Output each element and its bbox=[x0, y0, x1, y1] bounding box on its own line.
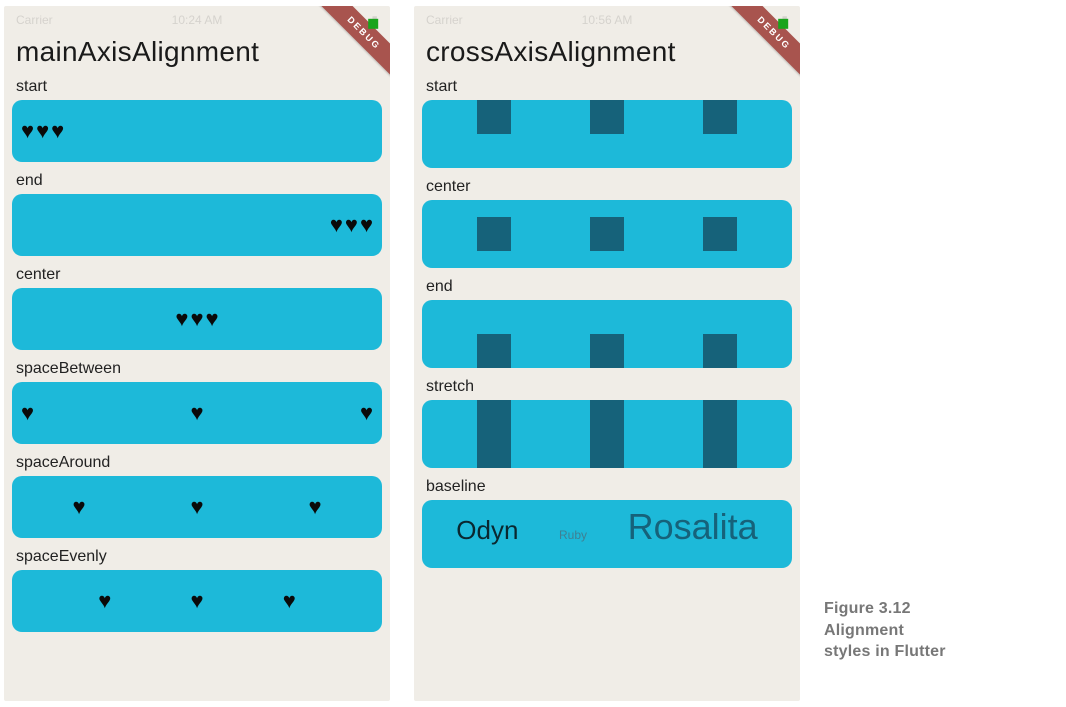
heart-icon: ♥ bbox=[21, 120, 34, 142]
panel-end bbox=[422, 300, 792, 368]
heart-icon: ♥ bbox=[308, 496, 321, 518]
panel-center bbox=[422, 200, 792, 268]
heart-icon: ♥ bbox=[283, 590, 296, 612]
panel-baseline: Odyn Ruby Rosalita bbox=[422, 500, 792, 568]
section-center: center ♥ ♥ ♥ bbox=[12, 266, 382, 350]
baseline-name-b: Ruby bbox=[559, 528, 587, 542]
section-space-around: spaceAround ♥ ♥ ♥ bbox=[12, 454, 382, 538]
phone-cross-axis: Carrier 10:56 AM ▮ DEBUG crossAxisAlignm… bbox=[414, 6, 800, 701]
heart-icon: ♥ bbox=[36, 120, 49, 142]
panel-space-around: ♥ ♥ ♥ bbox=[12, 476, 382, 538]
square-icon bbox=[703, 334, 737, 368]
heart-icon: ♥ bbox=[190, 590, 203, 612]
section-label: center bbox=[426, 178, 792, 196]
section-start: start ♥ ♥ ♥ bbox=[12, 78, 382, 162]
hearts-row: ♥ ♥ ♥ bbox=[20, 402, 374, 424]
panel-start: ♥ ♥ ♥ bbox=[12, 100, 382, 162]
page-title: mainAxisAlignment bbox=[16, 36, 382, 68]
section-space-evenly: spaceEvenly ♥ ♥ ♥ bbox=[12, 548, 382, 632]
panel-center: ♥ ♥ ♥ bbox=[12, 288, 382, 350]
section-label: end bbox=[16, 172, 382, 190]
section-label: spaceBetween bbox=[16, 360, 382, 378]
section-label: center bbox=[16, 266, 382, 284]
caption-title: Figure 3.12 bbox=[824, 598, 1004, 620]
heart-icon: ♥ bbox=[175, 308, 188, 330]
section-label: spaceAround bbox=[16, 454, 382, 472]
squares-row bbox=[430, 400, 784, 468]
section-label: baseline bbox=[426, 478, 792, 496]
panel-end: ♥ ♥ ♥ bbox=[12, 194, 382, 256]
heart-icon: ♥ bbox=[345, 214, 358, 236]
section-label: start bbox=[16, 78, 382, 96]
heart-icon: ♥ bbox=[72, 496, 85, 518]
phone-main-axis: Carrier 10:24 AM ▮ DEBUG mainAxisAlignme… bbox=[4, 6, 390, 701]
hearts-row: ♥ ♥ ♥ bbox=[20, 120, 374, 142]
section-end: end ♥ ♥ ♥ bbox=[12, 172, 382, 256]
squares-row bbox=[430, 100, 784, 168]
heart-icon: ♥ bbox=[190, 308, 203, 330]
section-label: spaceEvenly bbox=[16, 548, 382, 566]
square-icon bbox=[590, 400, 624, 468]
baseline-row: Odyn Ruby Rosalita bbox=[430, 500, 784, 568]
caption-line: styles in Flutter bbox=[824, 641, 1004, 663]
square-icon bbox=[477, 100, 511, 134]
caption-line: Alignment bbox=[824, 620, 1004, 642]
section-end: end bbox=[422, 278, 792, 368]
heart-icon: ♥ bbox=[330, 214, 343, 236]
section-label: end bbox=[426, 278, 792, 296]
square-icon bbox=[477, 334, 511, 368]
baseline-name-c: Rosalita bbox=[628, 506, 758, 548]
hearts-row: ♥ ♥ ♥ bbox=[20, 214, 374, 236]
status-bar: Carrier 10:24 AM ▮ bbox=[12, 10, 382, 30]
hearts-row: ♥ ♥ ♥ bbox=[20, 308, 374, 330]
panel-space-evenly: ♥ ♥ ♥ bbox=[12, 570, 382, 632]
section-space-between: spaceBetween ♥ ♥ ♥ bbox=[12, 360, 382, 444]
square-icon bbox=[590, 100, 624, 134]
heart-icon: ♥ bbox=[21, 402, 34, 424]
square-icon bbox=[477, 400, 511, 468]
heart-icon: ♥ bbox=[190, 402, 203, 424]
status-bar: Carrier 10:56 AM ▮ bbox=[422, 10, 792, 30]
page-title: crossAxisAlignment bbox=[426, 36, 792, 68]
heart-icon: ♥ bbox=[360, 402, 373, 424]
hearts-row: ♥ ♥ ♥ bbox=[20, 590, 374, 612]
heart-icon: ♥ bbox=[51, 120, 64, 142]
squares-row bbox=[430, 200, 784, 268]
square-icon bbox=[590, 217, 624, 251]
hearts-row: ♥ ♥ ♥ bbox=[20, 496, 374, 518]
square-icon bbox=[477, 217, 511, 251]
section-baseline: baseline Odyn Ruby Rosalita bbox=[422, 478, 792, 568]
panel-start bbox=[422, 100, 792, 168]
carrier-label: Carrier bbox=[426, 13, 463, 27]
panel-space-between: ♥ ♥ ♥ bbox=[12, 382, 382, 444]
carrier-label: Carrier bbox=[16, 13, 53, 27]
squares-row bbox=[430, 300, 784, 368]
section-start: start bbox=[422, 78, 792, 168]
section-label: stretch bbox=[426, 378, 792, 396]
heart-icon: ♥ bbox=[360, 214, 373, 236]
baseline-name-a: Odyn bbox=[456, 515, 518, 546]
square-icon bbox=[703, 400, 737, 468]
heart-icon: ♥ bbox=[190, 496, 203, 518]
section-center: center bbox=[422, 178, 792, 268]
square-icon bbox=[703, 217, 737, 251]
square-icon bbox=[590, 334, 624, 368]
square-icon bbox=[703, 100, 737, 134]
heart-icon: ♥ bbox=[98, 590, 111, 612]
section-label: start bbox=[426, 78, 792, 96]
section-stretch: stretch bbox=[422, 378, 792, 468]
panel-stretch bbox=[422, 400, 792, 468]
heart-icon: ♥ bbox=[206, 308, 219, 330]
figure-caption: Figure 3.12 Alignment styles in Flutter bbox=[824, 598, 1004, 663]
